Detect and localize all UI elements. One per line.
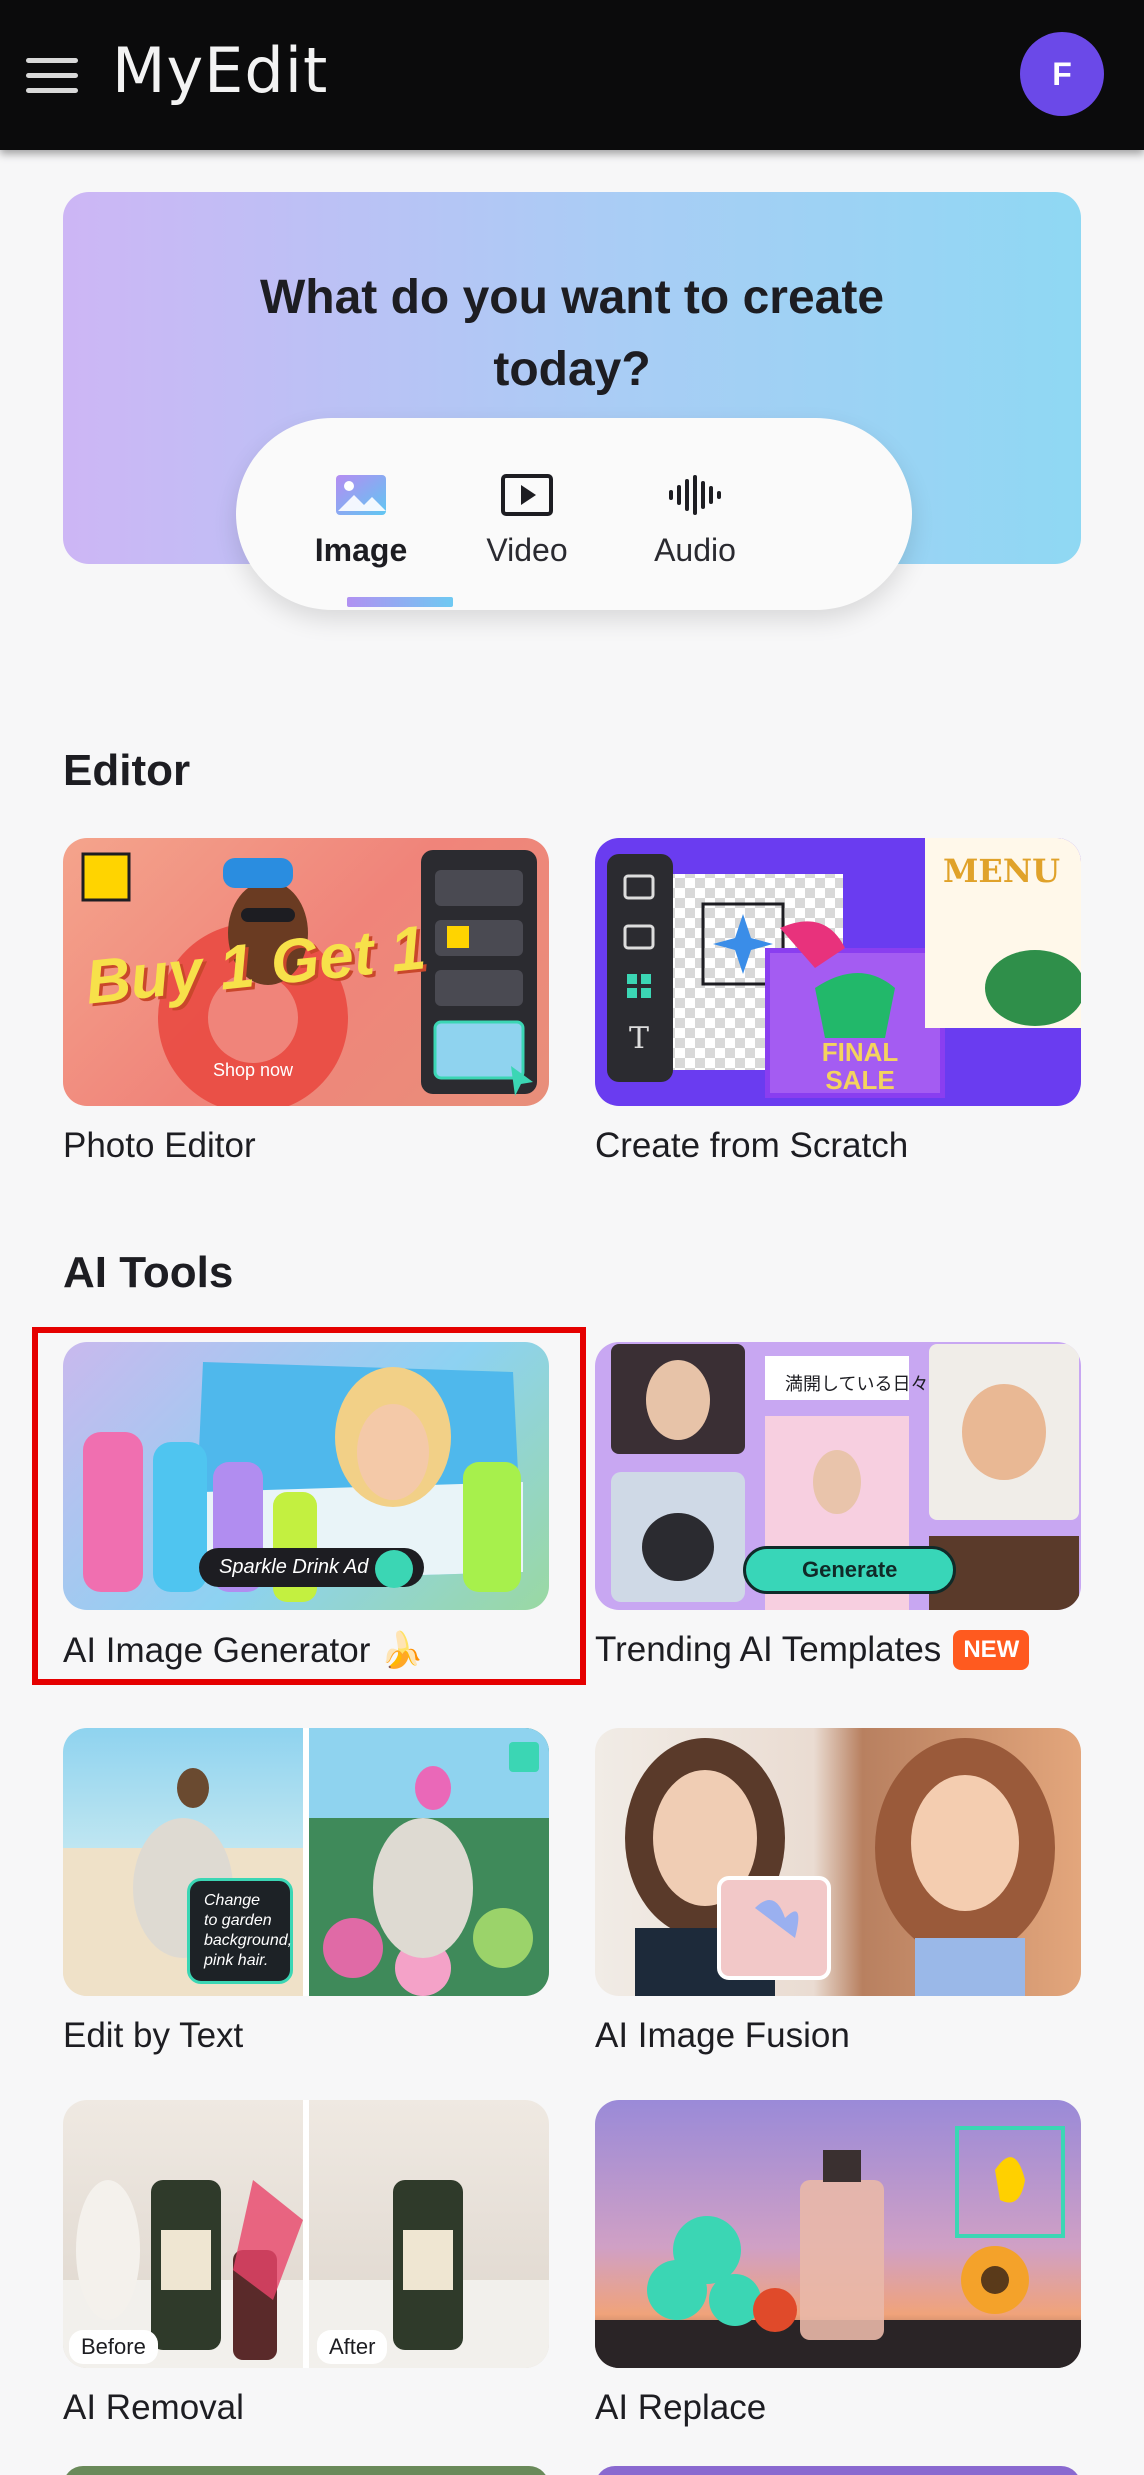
editor-section-title: Editor	[63, 746, 191, 795]
next-card-peek-left	[63, 2466, 549, 2475]
tab-audio-label: Audio	[654, 532, 736, 568]
ai-removal-thumbnail: Before After	[63, 2100, 549, 2368]
ai-replace-label: AI Replace	[595, 2388, 767, 2427]
new-badge: NEW	[953, 1630, 1030, 1670]
edit-by-text-card[interactable]: Change to garden background, pink hair. …	[63, 1728, 549, 2056]
ai-image-fusion-label: AI Image Fusion	[595, 2016, 850, 2055]
ai-image-fusion-card[interactable]: AI Image Fusion	[595, 1728, 1081, 2056]
ai-image-fusion-thumbnail	[595, 1728, 1081, 1996]
tab-video-label: Video	[486, 532, 568, 568]
photo-editor-small-text: Shop now	[213, 1060, 294, 1080]
trending-ai-templates-label: Trending AI Templates NEW	[595, 1630, 1081, 1670]
trending-jp-caption: 満開している日々	[785, 1374, 929, 1394]
trending-ai-templates-thumbnail: 満開している日々 Generate	[595, 1342, 1081, 1610]
video-icon	[452, 470, 602, 520]
svg-text:T: T	[629, 1021, 649, 1056]
ai-image-generator-label: AI Image Generator 🍌	[63, 1631, 424, 1670]
media-type-tabs: Image Video Audio	[236, 418, 912, 610]
photo-editor-card[interactable]: Buy 1 Get 1 Shop now Photo Editor	[63, 838, 549, 1166]
edit-by-text-label: Edit by Text	[63, 2016, 244, 2055]
user-avatar[interactable]: F	[1020, 32, 1104, 116]
photo-editor-thumbnail: Buy 1 Get 1 Shop now	[63, 838, 549, 1106]
photo-editor-label: Photo Editor	[63, 1126, 256, 1165]
ai-removal-card[interactable]: Before After AI Removal	[63, 2100, 549, 2428]
create-from-scratch-label: Create from Scratch	[595, 1126, 909, 1165]
magic-wand-icon	[375, 1550, 413, 1588]
ai-replace-card[interactable]: AI Replace	[595, 2100, 1081, 2428]
ai-image-generator-thumbnail: Sparkle Drink Ad	[63, 1342, 549, 1610]
ai-removal-label: AI Removal	[63, 2388, 244, 2427]
ai-tools-section-title: AI Tools	[63, 1248, 234, 1297]
menu-icon[interactable]	[26, 58, 78, 94]
ai-replace-thumbnail	[595, 2100, 1081, 2368]
create-from-scratch-thumbnail: T MENU FINAL SALE	[595, 838, 1081, 1106]
scratch-menu-text: MENU	[943, 852, 1060, 890]
edit-by-text-prompt-bubble: Change to garden background, pink hair.	[187, 1878, 293, 1984]
app-logo[interactable]: MyEdit	[112, 34, 328, 107]
tab-audio[interactable]: Audio	[620, 470, 770, 569]
ai-image-generator-card[interactable]: Sparkle Drink Ad AI Image Generator 🍌	[63, 1342, 549, 1671]
before-tag: Before	[69, 2330, 158, 2364]
top-bar: MyEdit F	[0, 0, 1144, 150]
edit-by-text-thumbnail: Change to garden background, pink hair.	[63, 1728, 549, 1996]
trending-ai-templates-card[interactable]: 満開している日々 Generate Trending AI Templates …	[595, 1342, 1081, 1670]
scratch-sale-text: FINAL SALE	[821, 1037, 899, 1095]
trending-ai-templates-text: Trending AI Templates	[595, 1630, 942, 1669]
hero-title-line2: today?	[493, 343, 651, 396]
tab-image[interactable]: Image	[286, 470, 436, 569]
hero-title-line1: What do you want to create	[259, 271, 885, 324]
hero-title: What do you want to create today?	[63, 262, 1081, 406]
generate-button-graphic: Generate	[743, 1546, 957, 1594]
image-icon	[286, 470, 436, 520]
tab-video[interactable]: Video	[452, 470, 602, 569]
after-tag: After	[317, 2330, 388, 2364]
create-from-scratch-card[interactable]: T MENU FINAL SALE Create from Scratch	[595, 838, 1081, 1166]
tab-image-label: Image	[314, 532, 408, 568]
active-tab-indicator	[347, 597, 453, 607]
next-card-peek-right	[595, 2466, 1081, 2475]
audio-icon	[620, 470, 770, 520]
